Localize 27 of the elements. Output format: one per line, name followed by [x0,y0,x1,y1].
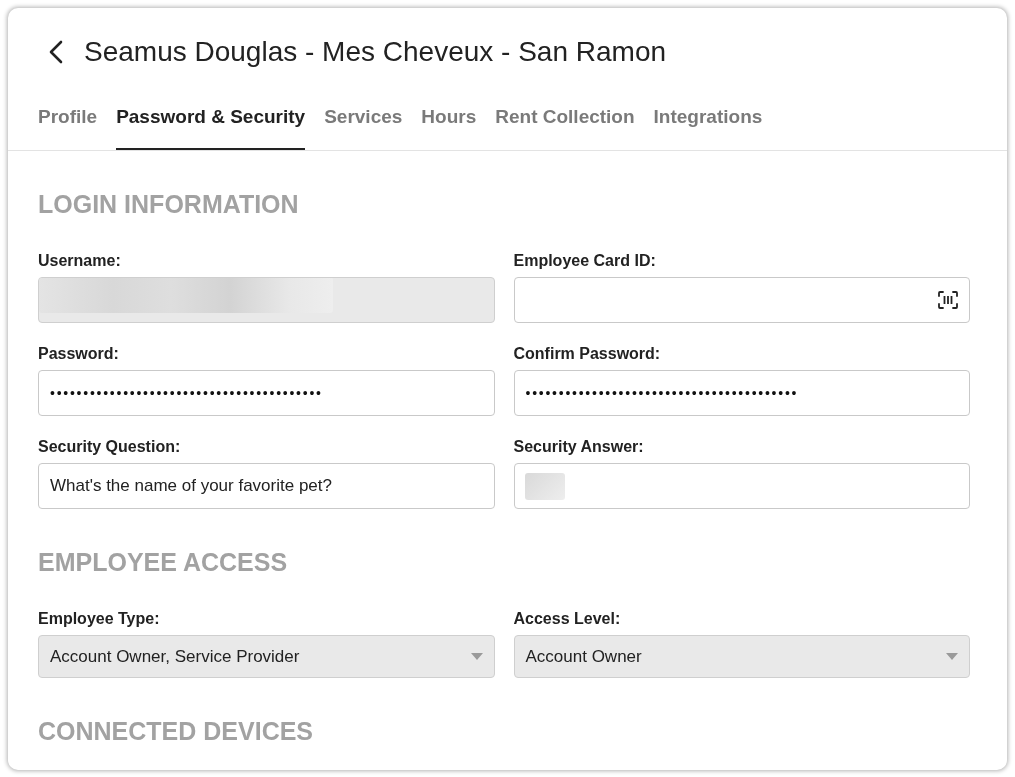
field-label: Security Answer: [513,437,645,457]
tab[interactable]: Rent Collection [495,106,635,150]
tab[interactable]: Services [324,106,403,150]
input-field[interactable] [513,277,970,323]
password-field[interactable]: ••••••••••••••••••••••••••••••••••••••••• [38,370,495,416]
caret-down-icon [946,653,958,660]
tab[interactable]: Integrations [653,106,763,150]
barcode-scan-icon[interactable] [938,291,958,309]
field-label: Confirm Password: [513,344,662,364]
page-title: Seamus Douglas - Mes Cheveux - San Ramon [84,36,667,68]
section-heading: CONNECTED DEVICES [38,716,315,746]
tab[interactable]: Hours [421,106,477,150]
field-label: Security Question: [38,437,182,457]
field-label: Password: [38,344,120,364]
field-label: Employee Type: [38,609,161,629]
input-field[interactable]: What's the name of your favorite pet? [38,463,495,509]
section-heading: EMPLOYEE ACCESS [38,547,289,577]
section-heading: LOGIN INFORMATION [38,189,300,219]
tab[interactable]: Profile [38,106,98,150]
tab[interactable]: Password & Security [116,106,306,150]
input-field[interactable] [513,463,970,509]
field-label: Username: [38,251,122,271]
field-label: Employee Card ID: [513,251,657,271]
caret-down-icon [470,653,483,660]
password-field[interactable]: ••••••••••••••••••••••••••••••••••••••••• [513,370,970,416]
back-icon[interactable] [48,40,64,64]
field-label: Access Level: [513,609,622,629]
